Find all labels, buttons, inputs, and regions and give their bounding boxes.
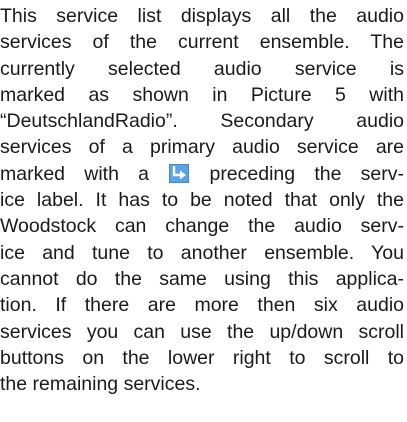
text-line: ice and tune to another ensemble. You [0,241,404,264]
text-line: ice label. It has to be noted that only … [0,189,404,212]
text-line: This service list displays all the audio [0,5,404,27]
text-line: services you can use the up/down scroll [0,320,404,343]
text-line: tion. If there are more then six audio [0,294,404,317]
body-paragraph: This service list displays all the audio… [0,3,404,397]
text-line: cannot do the same using this applica- [0,267,404,290]
text-line: services of a primary audio service are [0,136,404,159]
text-segment: preceding the serv- [209,162,405,185]
document-page: This service list displays all the audio… [0,3,404,397]
text-segment: marked with a [0,162,149,185]
text-line-with-icon: marked with a preceding the serv- [0,161,404,187]
text-line: buttons on the lower right to scroll to [0,346,404,369]
text-line: “DeutschlandRadio”. Secondary audio [0,110,404,133]
secondary-service-arrow-icon [168,163,190,184]
text-line: marked as shown in Picture 5 with [0,83,404,106]
text-line: the remaining services. [0,373,201,396]
text-line: services of the current ensemble. The [0,31,404,54]
text-line: Woodstock can change the audio serv- [0,215,404,238]
text-line: currently selected audio service is [0,57,404,80]
